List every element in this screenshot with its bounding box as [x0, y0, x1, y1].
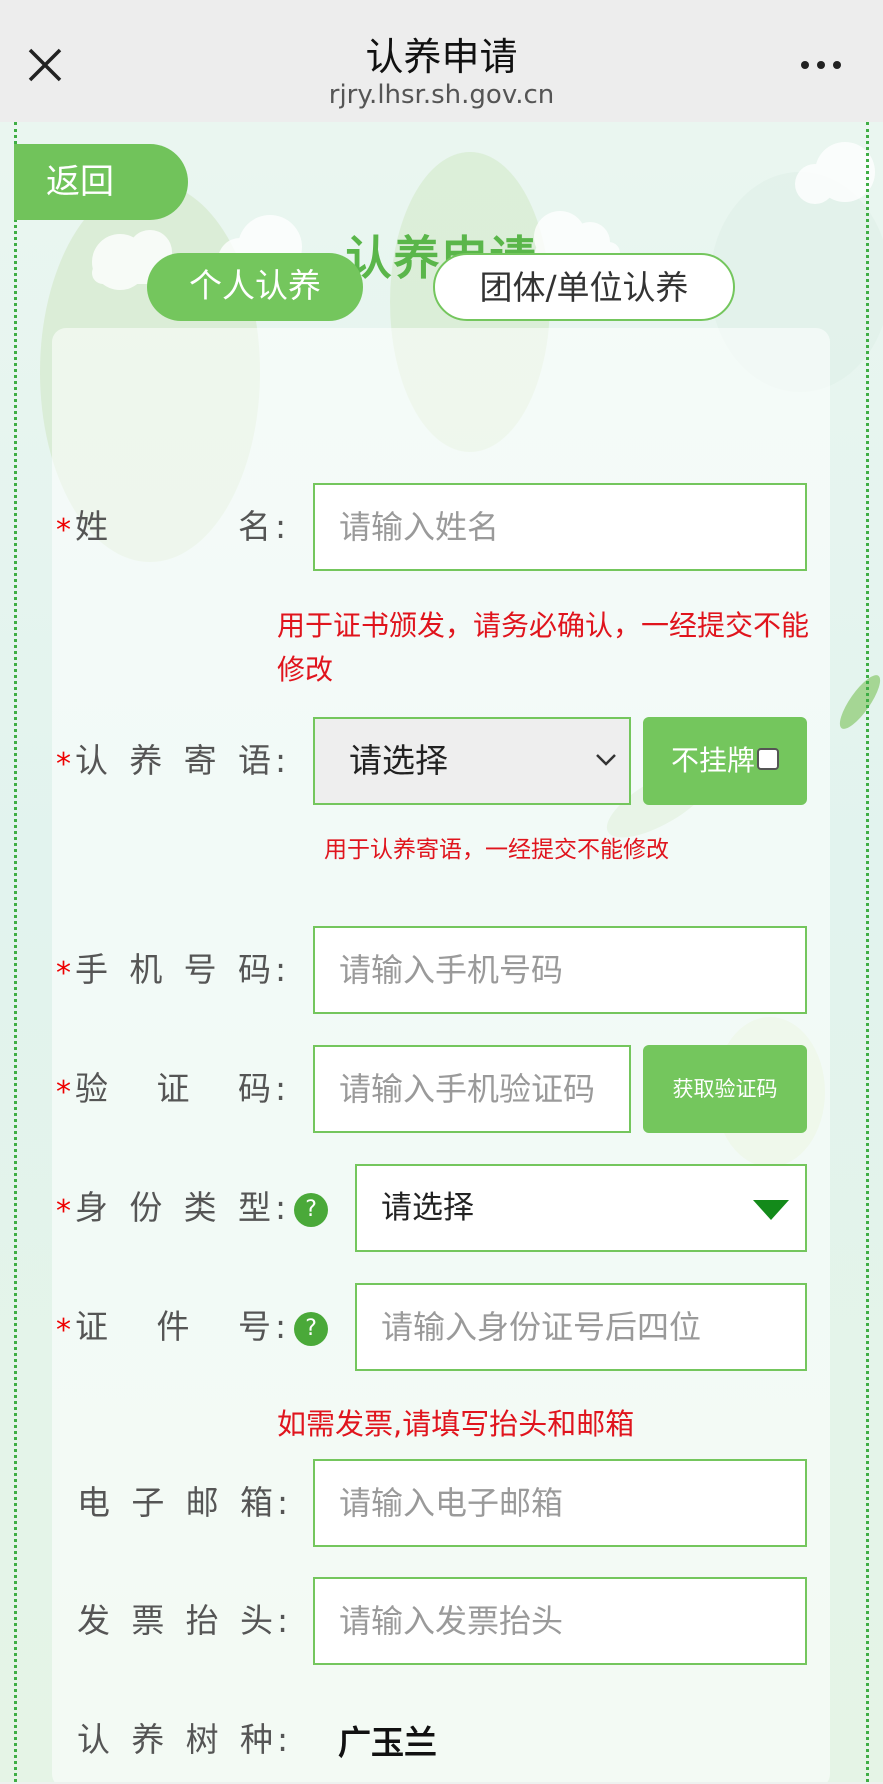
code-input[interactable] — [339, 1049, 629, 1129]
invoice-note: 如需发票,请填写抬头和邮箱 — [277, 1407, 635, 1441]
required-marker: * — [56, 1194, 71, 1229]
page-domain: rjry.lhsr.sh.gov.cn — [328, 80, 555, 110]
required-marker: * — [56, 747, 71, 782]
code-field[interactable] — [313, 1045, 631, 1133]
get-code-button[interactable]: 获取验证码 — [643, 1045, 807, 1133]
invoice-title-field[interactable] — [313, 1577, 807, 1665]
email-input[interactable] — [339, 1463, 805, 1543]
phone-input[interactable] — [339, 930, 805, 1010]
id-type-label: * 身份类型:? — [56, 1164, 329, 1252]
id-number-field[interactable] — [355, 1283, 807, 1371]
message-note: 用于认养寄语，一经提交不能修改 — [324, 837, 669, 863]
message-label: * 认养寄语: — [56, 741, 287, 782]
message-select-value: 请选择 — [349, 741, 448, 780]
tab-group-adoption[interactable]: 团体/单位认养 — [433, 253, 735, 321]
name-input[interactable] — [339, 487, 805, 567]
email-label: 电子邮箱: — [77, 1483, 289, 1522]
help-icon[interactable]: ? — [294, 1192, 329, 1227]
id-number-input[interactable] — [381, 1287, 805, 1367]
required-marker: * — [56, 1313, 71, 1348]
invoice-title-label: 发票抬头: — [77, 1601, 289, 1640]
right-dotted-border — [866, 122, 869, 1782]
top-bar: 认养申请 rjry.lhsr.sh.gov.cn — [0, 0, 883, 122]
tree-species-value: 广玉兰 — [338, 1723, 437, 1762]
chevron-down-icon — [596, 754, 616, 766]
window-title: 认养申请 — [365, 35, 518, 79]
name-label: * 姓名: — [56, 507, 287, 548]
left-dotted-border — [14, 122, 17, 1782]
name-field[interactable] — [313, 483, 807, 571]
no-sign-button[interactable]: 不挂牌 — [643, 717, 807, 805]
tree-species-label: 认养树种: — [77, 1720, 289, 1759]
required-marker: * — [56, 1075, 71, 1110]
phone-label: * 手机号码: — [56, 950, 287, 991]
required-marker: * — [56, 513, 71, 548]
id-number-label: * 证件号:? — [56, 1283, 329, 1371]
tab-personal-adoption[interactable]: 个人认养 — [147, 253, 363, 321]
id-type-select[interactable]: 请选择 — [355, 1164, 807, 1252]
triangle-down-icon — [753, 1200, 789, 1220]
invoice-title-input[interactable] — [339, 1581, 805, 1661]
message-select[interactable]: 请选择 — [313, 717, 631, 805]
id-type-select-value: 请选择 — [381, 1190, 474, 1226]
no-sign-checkbox[interactable] — [757, 748, 779, 770]
help-icon[interactable]: ? — [294, 1311, 329, 1346]
more-icon[interactable] — [799, 58, 843, 72]
code-label: * 验证码: — [56, 1069, 287, 1110]
name-note: 用于证书颁发，请务必确认，一经提交不能修改 — [277, 609, 810, 686]
email-field[interactable] — [313, 1459, 807, 1547]
back-button[interactable]: 返回 — [14, 144, 188, 220]
required-marker: * — [56, 956, 71, 991]
phone-field[interactable] — [313, 926, 807, 1014]
